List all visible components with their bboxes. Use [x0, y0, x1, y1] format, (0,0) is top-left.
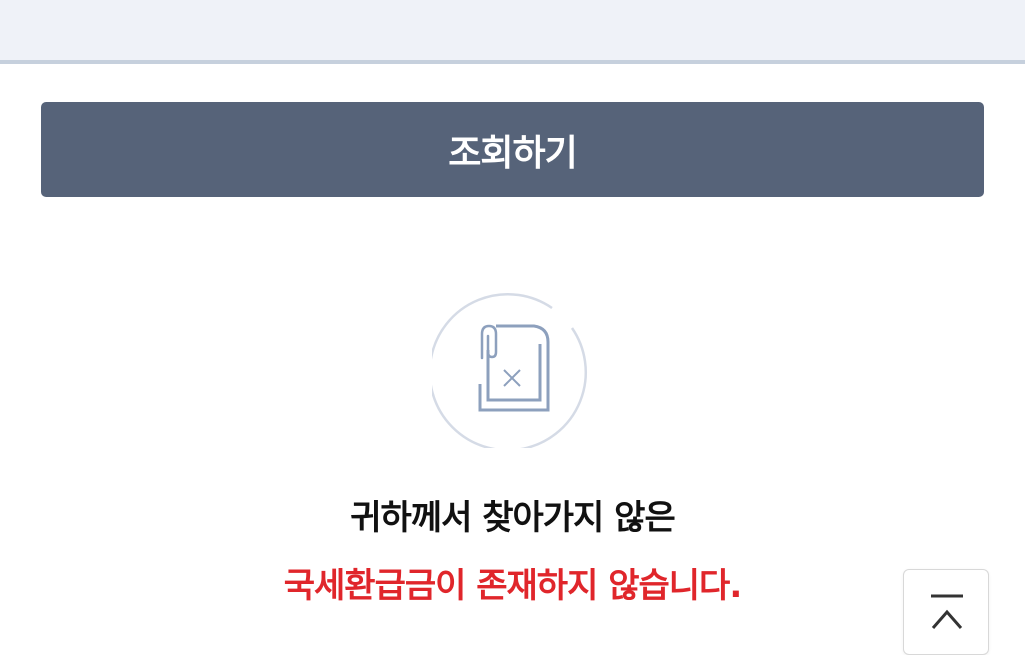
- query-button-label: 조회하기: [448, 132, 577, 174]
- document-x-paperclip-icon: [428, 293, 587, 452]
- empty-message-line-2: 국세환급금이 존재하지 않습니다.: [283, 566, 743, 606]
- top-panel: [0, 0, 1025, 64]
- empty-message-line-1: 귀하께서 찾아가지 않은: [350, 498, 675, 538]
- empty-result-illustration: [428, 288, 592, 452]
- arrow-up-to-top-icon: [931, 594, 963, 629]
- scroll-to-top-button[interactable]: [903, 569, 989, 655]
- query-button[interactable]: 조회하기: [41, 102, 984, 197]
